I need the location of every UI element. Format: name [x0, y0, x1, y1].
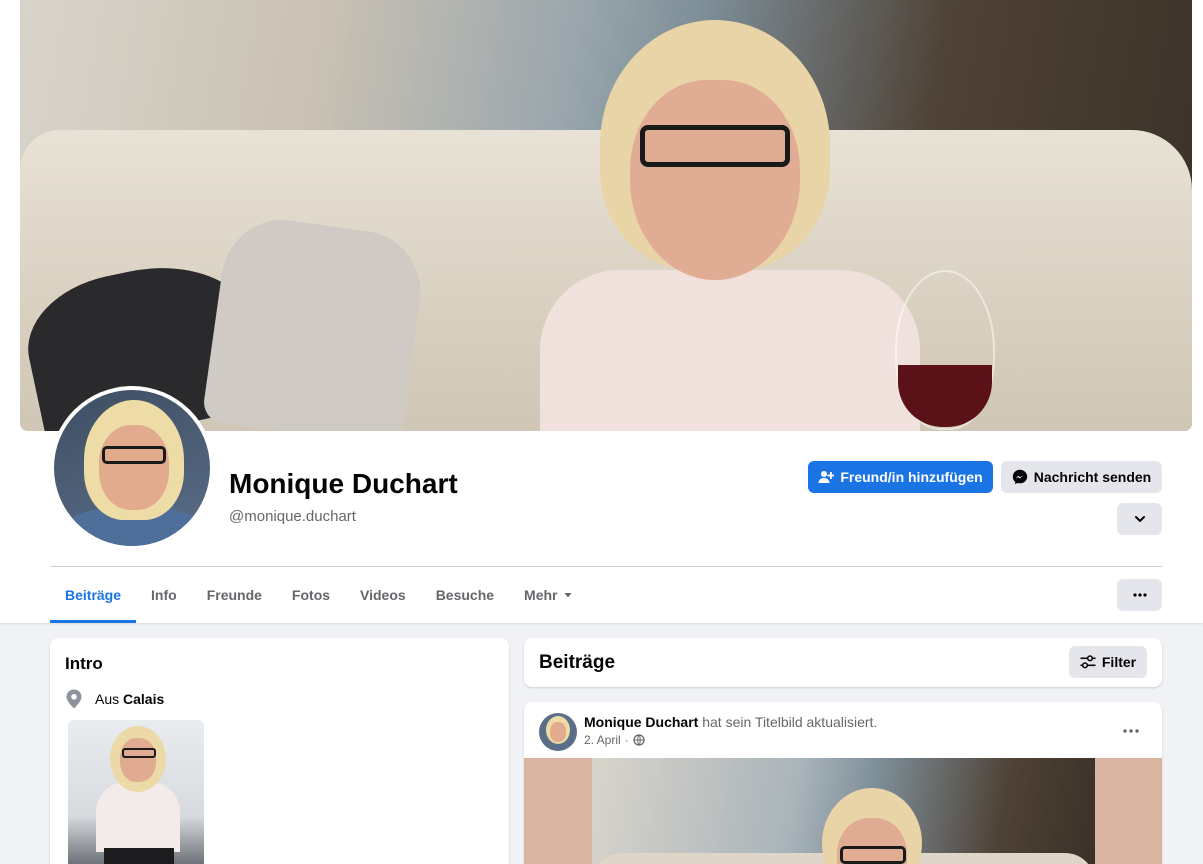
posts-header: Beiträge Filter	[524, 638, 1162, 687]
tab-info[interactable]: Info	[136, 567, 192, 623]
send-message-button[interactable]: Nachricht senden	[1001, 461, 1162, 493]
post-author[interactable]: Monique Duchart	[584, 714, 698, 730]
profile-tabs: Beiträge Info Freunde Fotos Videos Besuc…	[50, 567, 587, 623]
ellipsis-icon	[1132, 593, 1147, 597]
intro-location: Aus Calais	[65, 689, 164, 709]
tab-videos[interactable]: Videos	[345, 567, 421, 623]
sliders-icon	[1080, 655, 1096, 669]
intro-title: Intro	[65, 654, 103, 673]
send-message-label: Nachricht senden	[1033, 469, 1152, 485]
chevron-down-icon	[1134, 513, 1146, 525]
post-date-separator: ·	[624, 733, 629, 747]
intro-card: Intro Aus Calais	[50, 638, 509, 864]
tab-fotos[interactable]: Fotos	[277, 567, 345, 623]
post-options-button[interactable]	[1118, 718, 1144, 744]
post-date-row: 2. April ·	[584, 733, 645, 747]
filter-button[interactable]: Filter	[1069, 646, 1147, 678]
post-date[interactable]: 2. April	[584, 733, 621, 747]
profile-options-button[interactable]	[1117, 503, 1162, 535]
tab-freunde[interactable]: Freunde	[192, 567, 277, 623]
post-image[interactable]	[524, 758, 1162, 864]
posts-title: Beiträge	[539, 652, 616, 673]
tab-besuche[interactable]: Besuche	[421, 567, 509, 623]
messenger-icon	[1012, 469, 1028, 485]
tabs-more-button[interactable]	[1117, 579, 1162, 611]
location-prefix: Aus	[95, 691, 120, 707]
post-header-text: Monique Duchart hat sein Titelbild aktua…	[584, 714, 877, 730]
location-city[interactable]: Calais	[123, 691, 164, 707]
post-action-text: hat sein Titelbild aktualisiert.	[702, 714, 878, 730]
post-card: Monique Duchart hat sein Titelbild aktua…	[524, 702, 1162, 864]
add-friend-label: Freund/in hinzufügen	[840, 469, 983, 485]
profile-name: Monique Duchart	[229, 468, 458, 499]
post-author-avatar[interactable]	[539, 713, 577, 751]
profile-picture[interactable]	[50, 386, 214, 550]
featured-photo[interactable]	[68, 720, 204, 864]
filter-label: Filter	[1101, 654, 1137, 670]
ellipsis-icon	[1123, 729, 1139, 733]
tab-mehr[interactable]: Mehr	[509, 567, 586, 623]
caret-down-icon	[564, 591, 572, 599]
profile-handle: @monique.duchart	[229, 508, 356, 525]
tab-beitraege[interactable]: Beiträge	[50, 567, 137, 623]
cover-photo[interactable]	[20, 0, 1192, 431]
location-pin-icon	[65, 689, 83, 709]
person-plus-icon	[818, 469, 835, 485]
globe-icon	[633, 734, 645, 746]
add-friend-button[interactable]: Freund/in hinzufügen	[808, 461, 993, 493]
